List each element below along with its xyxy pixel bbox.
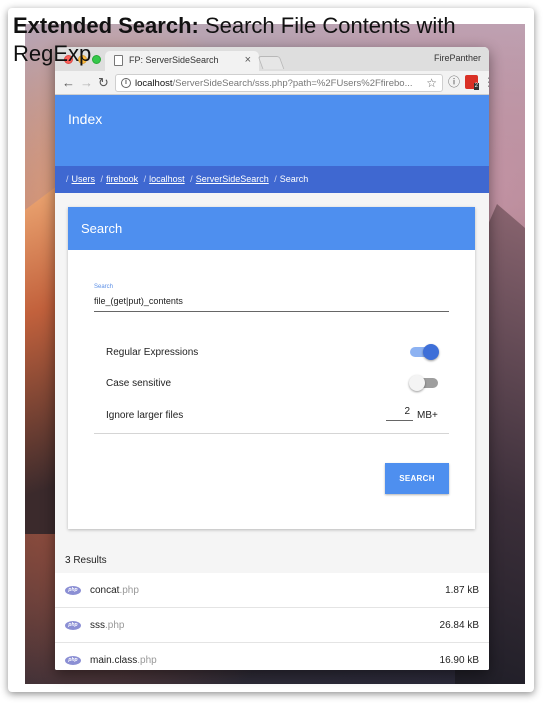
search-button[interactable]: SEARCH	[385, 463, 449, 494]
case-sensitive-toggle[interactable]	[409, 375, 439, 391]
search-field-label: Search	[94, 284, 114, 290]
file-extension: .php	[119, 585, 139, 596]
app-header: Index	[55, 95, 489, 166]
file-basename: sss	[90, 620, 105, 631]
result-row[interactable]: php sss.php 26.84 kB	[55, 608, 489, 643]
max-file-size-input[interactable]: 2	[386, 406, 413, 421]
file-basename: concat	[90, 585, 120, 596]
breadcrumb-users[interactable]: Users	[72, 174, 96, 184]
php-file-icon: php	[65, 586, 81, 595]
php-file-icon: php	[65, 621, 81, 630]
result-row[interactable]: php concat.php 1.87 kB	[55, 573, 489, 608]
toggle-knob	[423, 344, 439, 360]
breadcrumb-separator: /	[274, 174, 277, 184]
options-divider	[94, 433, 449, 434]
file-basename: main.class	[90, 655, 138, 666]
regex-option-label: Regular Expressions	[106, 347, 199, 358]
reload-icon[interactable]: ↻	[98, 75, 109, 90]
file-extension: .php	[137, 655, 157, 666]
app-title[interactable]: Index	[68, 111, 102, 127]
main-content: Search Search file_(get|put)_contents Re…	[55, 193, 489, 670]
result-file-size: 1.87 kB	[445, 585, 479, 596]
results-count: 3 Results	[65, 555, 107, 566]
result-file-name[interactable]: concat.php	[90, 585, 139, 596]
url-path: /ServerSideSearch/sss.php?path=%2FUsers%…	[172, 78, 413, 89]
toggle-knob	[409, 375, 425, 391]
bookmark-star-icon[interactable]: ☆	[426, 76, 437, 90]
case-sensitive-label: Case sensitive	[106, 378, 172, 389]
url-host: localhost	[135, 78, 173, 89]
search-input-underline	[94, 311, 449, 312]
result-file-name[interactable]: sss.php	[90, 620, 124, 631]
search-input[interactable]: file_(get|put)_contents	[94, 296, 183, 306]
search-panel-title: Search	[68, 207, 475, 250]
breadcrumb-localhost[interactable]: localhost	[149, 174, 185, 184]
back-arrow-icon[interactable]: ←	[62, 75, 75, 90]
browser-toolbar: ← → ↻ i localhost/ServerSideSearch/sss.p…	[55, 71, 489, 95]
result-file-name[interactable]: main.class.php	[90, 655, 157, 666]
extension-badge-icon[interactable]: 2	[465, 75, 479, 90]
php-file-icon: php	[65, 656, 81, 665]
extension-badge-count: 2	[473, 83, 479, 90]
result-file-size: 16.90 kB	[439, 655, 479, 666]
result-file-size: 26.84 kB	[439, 620, 479, 631]
breadcrumb-separator: /	[66, 174, 69, 184]
caption-bold: Extended Search:	[13, 13, 199, 38]
breadcrumb-separator: /	[143, 174, 147, 184]
file-extension: .php	[105, 620, 125, 631]
extension-info-icon[interactable]: ⓘ	[448, 75, 460, 90]
breadcrumb-firebook[interactable]: firebook	[106, 174, 138, 184]
breadcrumb: / Users / firebook / localhost / ServerSideS…	[55, 166, 489, 193]
url-text[interactable]: localhost/ServerSideSearch/sss.php?path=…	[135, 78, 415, 89]
browser-window: FP: ServerSideSearch × FirePanther ← → ↻…	[55, 47, 489, 670]
address-bar[interactable]: i localhost/ServerSideSearch/sss.php?pat…	[115, 74, 443, 92]
result-row[interactable]: php main.class.php 16.90 kB	[55, 643, 489, 670]
search-panel: Search Search file_(get|put)_contents Re…	[68, 207, 475, 529]
breadcrumb-separator: /	[100, 174, 104, 184]
browser-menu-icon[interactable]: ⋮	[483, 75, 489, 90]
forward-arrow-icon[interactable]: →	[80, 75, 93, 90]
breadcrumb-separator: /	[190, 174, 193, 184]
regex-toggle[interactable]	[409, 344, 439, 360]
slide-caption: Extended Search: Search File Contents wi…	[13, 12, 533, 68]
file-size-unit: MB+	[417, 410, 438, 421]
ignore-larger-files-label: Ignore larger files	[106, 410, 184, 421]
breadcrumb-current: Search	[279, 174, 309, 184]
site-info-icon[interactable]: i	[121, 78, 131, 88]
breadcrumb-serversidesearch[interactable]: ServerSideSearch	[196, 174, 269, 184]
